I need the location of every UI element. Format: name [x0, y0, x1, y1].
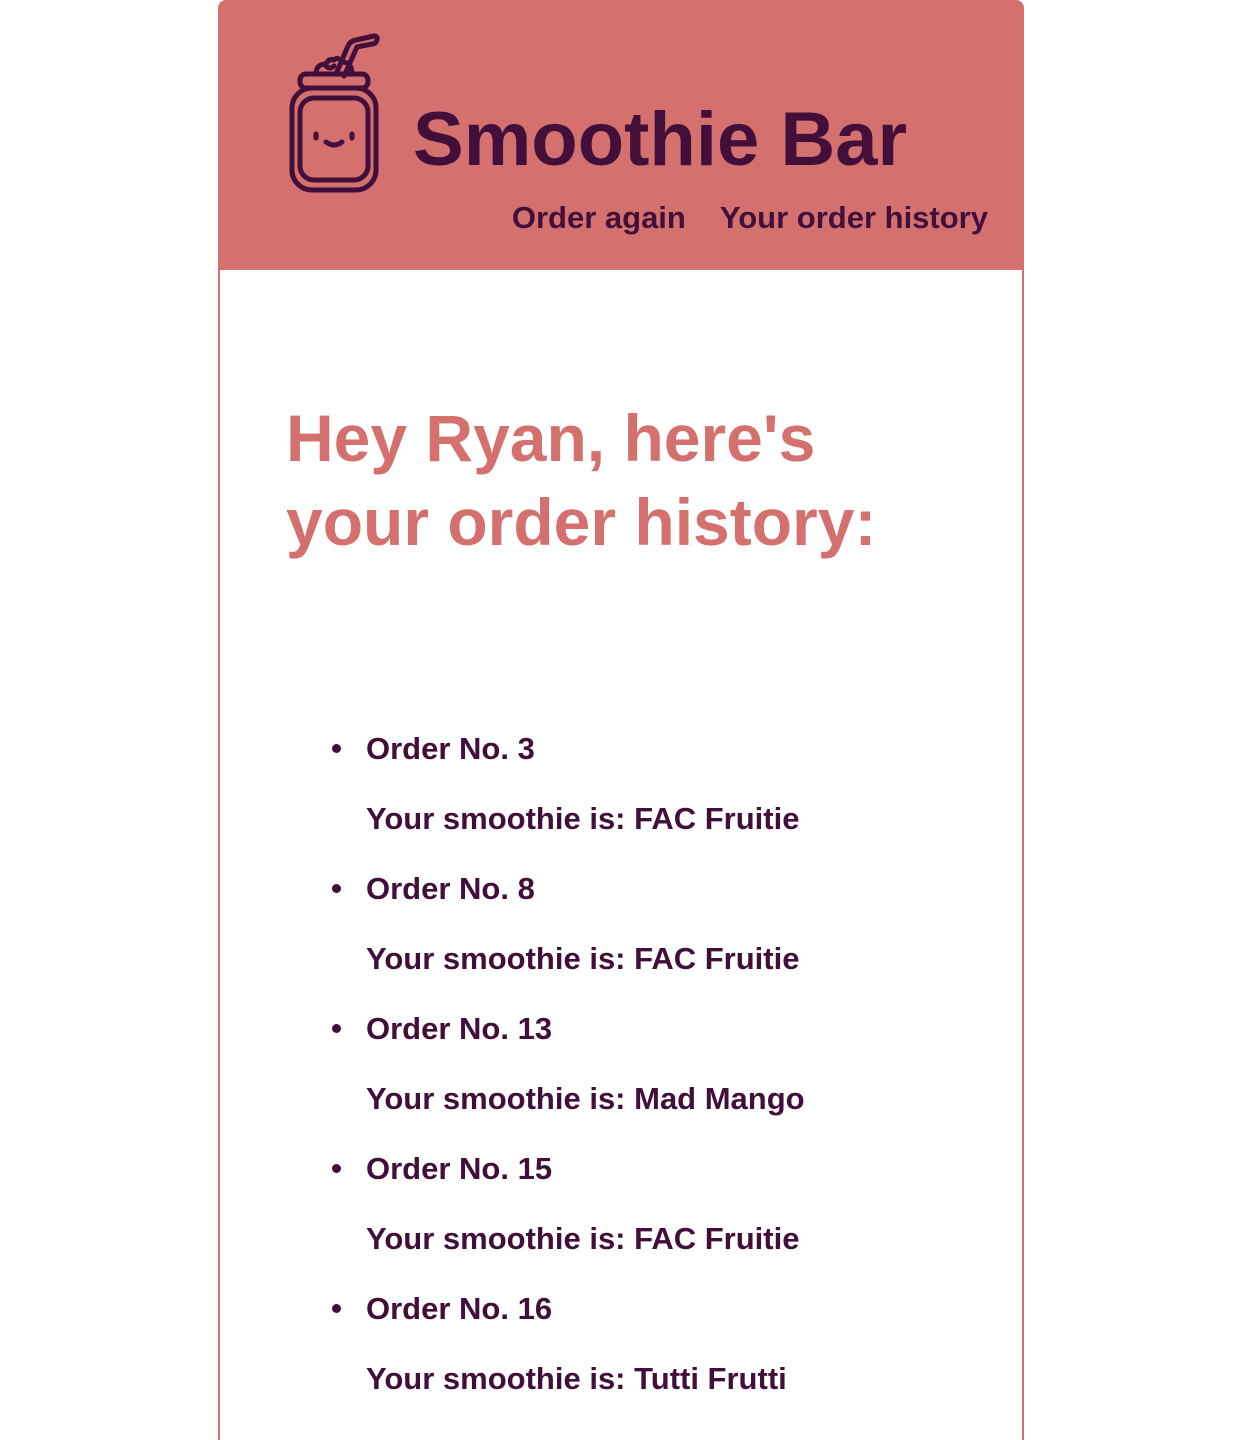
- brand-title: Smoothie Bar: [413, 97, 908, 182]
- site-header: Smoothie Bar Order again Your order hist…: [220, 0, 1022, 270]
- order-smoothie-name: Your smoothie is: FAC Fruitie: [366, 801, 800, 836]
- order-number: Order No. 8: [366, 871, 535, 906]
- main-nav: Order again Your order history: [512, 198, 988, 238]
- order-number: Order No. 3: [366, 731, 535, 766]
- bullet-dot-icon: [332, 1164, 341, 1173]
- page-card: Smoothie Bar Order again Your order hist…: [218, 0, 1024, 1440]
- order-smoothie-name: Your smoothie is: Mad Mango: [366, 1081, 805, 1116]
- order-list-item: Order No. 8 Your smoothie is: FAC Fruiti…: [286, 862, 986, 1002]
- bullet-dot-icon: [332, 1024, 341, 1033]
- nav-order-history-link[interactable]: Your order history: [720, 198, 988, 238]
- order-number: Order No. 15: [366, 1151, 553, 1186]
- order-number: Order No. 13: [366, 1011, 553, 1046]
- order-smoothie-name: Your smoothie is: Tutti Frutti: [366, 1361, 787, 1396]
- order-list-item: Order No. 16 Your smoothie is: Tutti Fru…: [286, 1282, 986, 1422]
- bullet-dot-icon: [332, 1304, 341, 1313]
- order-list-item: Order No. 15 Your smoothie is: FAC Fruit…: [286, 1142, 986, 1282]
- bullet-dot-icon: [332, 744, 341, 753]
- bullet-dot-icon: [332, 884, 341, 893]
- greeting-heading: Hey Ryan, here's your order history:: [286, 401, 877, 559]
- order-list-item: Order No. 13 Your smoothie is: Mad Mango: [286, 1002, 986, 1142]
- nav-order-again-link[interactable]: Order again: [512, 198, 686, 238]
- order-number: Order No. 16: [366, 1291, 553, 1326]
- order-smoothie-name: Your smoothie is: FAC Fruitie: [366, 941, 800, 976]
- order-list-item: Order No. 3 Your smoothie is: FAC Fruiti…: [286, 722, 986, 862]
- order-smoothie-name: Your smoothie is: FAC Fruitie: [366, 1221, 800, 1256]
- order-history-list: Order No. 3 Your smoothie is: FAC Fruiti…: [286, 722, 986, 1422]
- smoothie-jar-icon[interactable]: [286, 30, 382, 194]
